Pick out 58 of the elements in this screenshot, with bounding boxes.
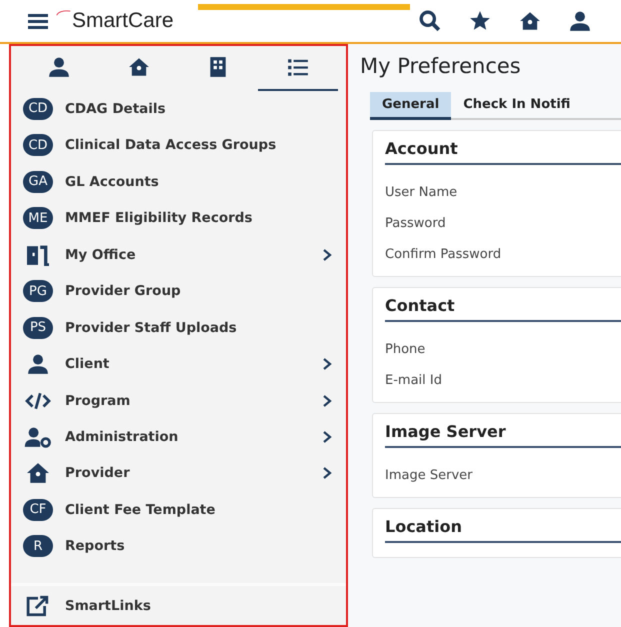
- initials-badge: ME: [23, 207, 53, 230]
- menu-item-label: Administration: [65, 429, 180, 445]
- person-icon: [48, 56, 70, 78]
- menu-item-label: CDAG Details: [65, 100, 167, 117]
- section-title: Account: [385, 139, 621, 165]
- menu-item-label: Reports: [65, 538, 126, 554]
- section-title: Location: [385, 517, 621, 543]
- menu-item-label: My Office: [65, 246, 137, 263]
- sidebar-menu-item[interactable]: My Office: [11, 236, 346, 273]
- initials-badge: PG: [23, 280, 53, 302]
- sidebar-menu-item[interactable]: SmartLinks: [11, 588, 346, 625]
- menu-item-label: Client: [65, 356, 110, 372]
- house-icon: [128, 56, 150, 78]
- menu-item-label: Provider Staff Uploads: [65, 320, 238, 336]
- page-title: My Preferences: [360, 53, 522, 80]
- menu-item-label: MMEF Eligibility Records: [65, 210, 254, 226]
- sidebar-menu-item[interactable]: PS Provider Staff Uploads: [11, 309, 346, 346]
- sidebar-menu-item[interactable]: GA GL Accounts: [11, 164, 346, 200]
- initials-badge: GA: [23, 170, 53, 193]
- user-gear-icon: [23, 426, 53, 448]
- menu-item-label: Clinical Data Access Groups: [65, 137, 278, 154]
- initials-badge: R: [23, 535, 53, 558]
- sidebar-menu-item[interactable]: Program: [11, 382, 346, 419]
- sidebar-menu-item[interactable]: CD Clinical Data Access Groups: [11, 127, 346, 164]
- menu-item-label: Provider Group: [65, 283, 182, 300]
- house-icon[interactable]: [519, 10, 541, 32]
- field-label: E-mail Id: [385, 373, 443, 388]
- menu-item-label: Provider: [65, 465, 131, 482]
- section-title: Image Server: [385, 422, 621, 448]
- sidebar-menu-item[interactable]: ME MMEF Eligibility Records: [11, 200, 346, 237]
- app-logo: SmartCare: [72, 9, 174, 33]
- menu-icon[interactable]: [28, 13, 48, 29]
- field-label: User Name: [385, 185, 458, 200]
- sidebar-menu-item[interactable]: PG Provider Group: [11, 272, 346, 310]
- sidebar-menu-item[interactable]: CD CDAG Details: [11, 90, 346, 128]
- sidebar-menu-item[interactable]: R Reports: [11, 528, 346, 565]
- menu-item-label: GL Accounts: [65, 174, 160, 190]
- search-icon[interactable]: [419, 10, 441, 32]
- section-title: Contact: [385, 296, 621, 322]
- menu-item-label: Program: [65, 392, 132, 409]
- field-label: Confirm Password: [385, 247, 502, 262]
- initials-badge: CD: [23, 98, 53, 120]
- page-tab[interactable]: General: [370, 92, 452, 120]
- sidebar-menu-item[interactable]: Provider: [11, 455, 346, 492]
- menu-item-label: SmartLinks: [65, 598, 152, 614]
- field-label: Password: [385, 216, 447, 231]
- initials-badge: CF: [23, 498, 53, 521]
- page-tab[interactable]: Check In Notifi: [451, 92, 582, 120]
- initials-badge: CD: [23, 134, 53, 156]
- sidebar-menu-item[interactable]: CF Client Fee Template: [11, 492, 346, 528]
- field-label: Phone: [385, 342, 426, 357]
- field-label: Image Server: [385, 468, 474, 483]
- sidebar-menu-item[interactable]: Administration: [11, 418, 346, 456]
- star-icon[interactable]: [469, 10, 491, 32]
- initials-badge: PS: [23, 316, 53, 339]
- person-icon[interactable]: [569, 10, 591, 32]
- sidebar-menu-item[interactable]: Client: [11, 346, 346, 382]
- menu-item-label: Client Fee Template: [65, 502, 216, 518]
